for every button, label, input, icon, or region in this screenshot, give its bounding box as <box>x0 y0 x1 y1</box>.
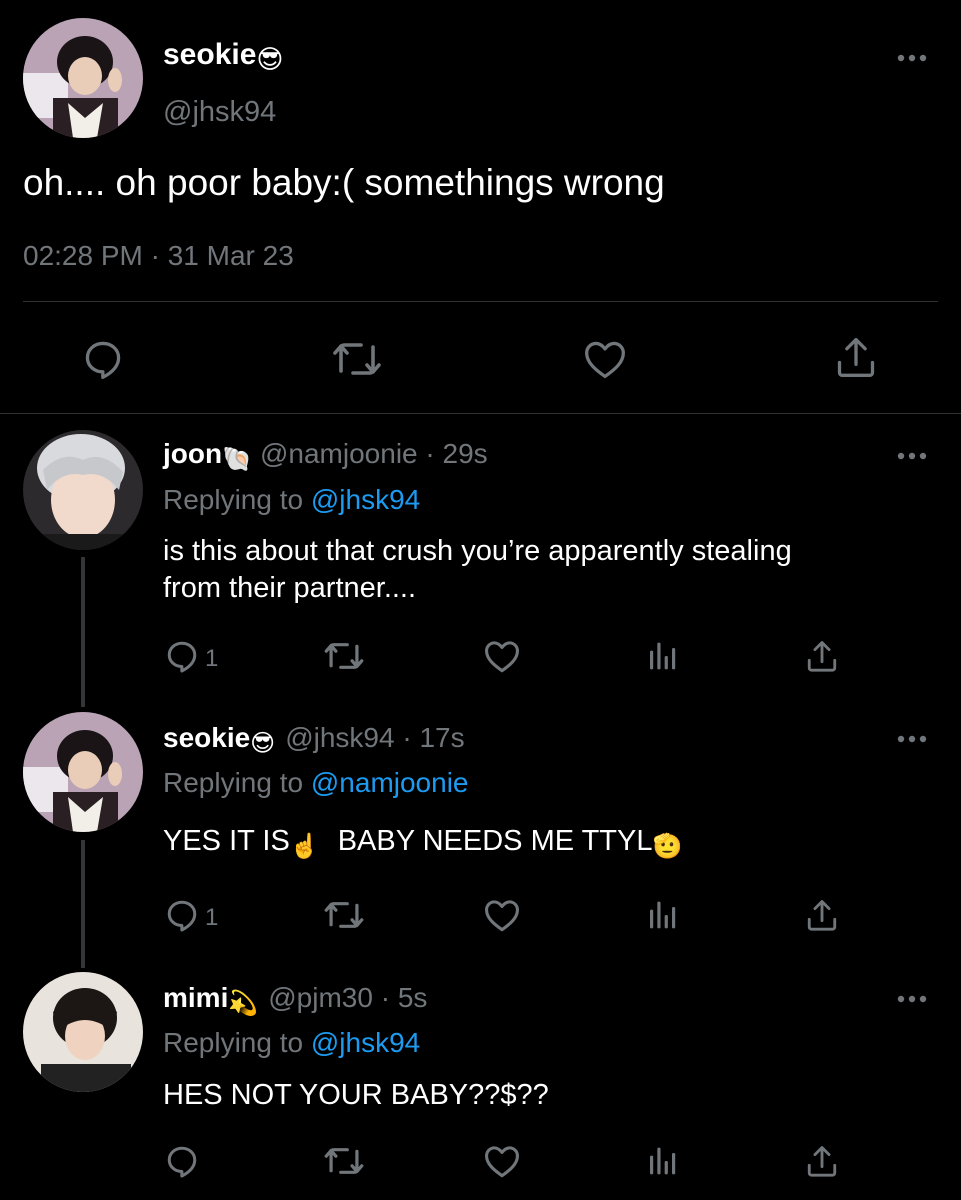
analytics-icon[interactable] <box>642 895 682 935</box>
like-icon[interactable] <box>482 895 522 935</box>
analytics-icon[interactable] <box>642 636 682 676</box>
pointing-up-emoji-icon: ☝️ <box>289 833 320 860</box>
saluting-emoji-icon: 🫡 <box>652 833 683 860</box>
avatar[interactable] <box>23 430 143 550</box>
reply-count: 1 <box>205 904 219 931</box>
more-options-icon[interactable] <box>895 993 929 1005</box>
share-icon[interactable] <box>802 895 842 935</box>
avatar[interactable] <box>23 712 143 832</box>
like-icon[interactable] <box>482 1141 522 1181</box>
replying-to-link[interactable]: @jhsk94 <box>311 484 420 515</box>
analytics-icon[interactable] <box>642 1141 682 1181</box>
like-icon[interactable] <box>582 336 628 382</box>
share-icon[interactable] <box>833 334 879 380</box>
more-options-icon[interactable] <box>895 450 929 462</box>
replying-to-link[interactable]: @namjoonie <box>311 767 469 798</box>
tweet-text: is this about that crush you’re apparent… <box>163 535 792 567</box>
reply-count: 1 <box>205 645 219 672</box>
tweet-text: HES NOT YOUR BABY??$?? <box>163 1079 549 1111</box>
handle-and-time[interactable]: @jhsk94 · 17s <box>285 722 464 753</box>
more-options-icon[interactable] <box>895 52 929 64</box>
retweet-icon[interactable] <box>322 1141 366 1181</box>
tweet-text: BABY NEEDS ME TTYL <box>337 825 653 857</box>
retweet-icon[interactable] <box>322 636 366 676</box>
display-name[interactable]: mimi <box>163 982 228 1013</box>
sunglasses-emoji-icon: 😎 <box>256 44 284 74</box>
reply-icon[interactable] <box>162 895 202 935</box>
share-icon[interactable] <box>802 636 842 676</box>
shell-emoji-icon: 🐚 <box>222 446 252 473</box>
like-icon[interactable] <box>482 636 522 676</box>
display-name[interactable]: seokie <box>163 722 250 753</box>
replying-to-label: Replying to <box>163 767 304 798</box>
replying-to-link[interactable]: @jhsk94 <box>311 1027 420 1058</box>
tweet-text: YES IT IS <box>163 825 290 857</box>
dizzy-emoji-icon: 💫 <box>228 990 259 1017</box>
reply-icon[interactable] <box>162 636 202 676</box>
display-name[interactable]: joon <box>163 438 222 469</box>
display-name[interactable]: seokie <box>163 38 256 71</box>
reply-icon[interactable] <box>162 1141 202 1181</box>
retweet-icon[interactable] <box>322 895 366 935</box>
reply-icon[interactable] <box>80 336 126 382</box>
sunglasses-emoji-icon: 😎 <box>250 730 276 757</box>
avatar[interactable] <box>23 18 143 138</box>
tweet-text: from their partner.... <box>163 572 417 604</box>
handle-and-time[interactable]: @pjm30 · 5s <box>268 982 427 1013</box>
handle-and-time[interactable]: @namjoonie · 29s <box>260 438 488 469</box>
share-icon[interactable] <box>802 1141 842 1181</box>
tweet-timestamp[interactable]: 02:28 PM · 31 Mar 23 <box>23 240 294 272</box>
more-options-icon[interactable] <box>895 733 929 745</box>
thread-line <box>81 840 85 968</box>
retweet-icon[interactable] <box>330 336 384 382</box>
divider <box>23 301 938 302</box>
replying-to-label: Replying to <box>163 1027 304 1058</box>
thread-line <box>81 557 85 707</box>
avatar[interactable] <box>23 972 143 1092</box>
user-handle[interactable]: @jhsk94 <box>163 96 276 129</box>
divider <box>0 413 961 414</box>
replying-to-label: Replying to <box>163 484 304 515</box>
tweet-text: oh.... oh poor baby:( somethings wrong <box>23 162 665 203</box>
